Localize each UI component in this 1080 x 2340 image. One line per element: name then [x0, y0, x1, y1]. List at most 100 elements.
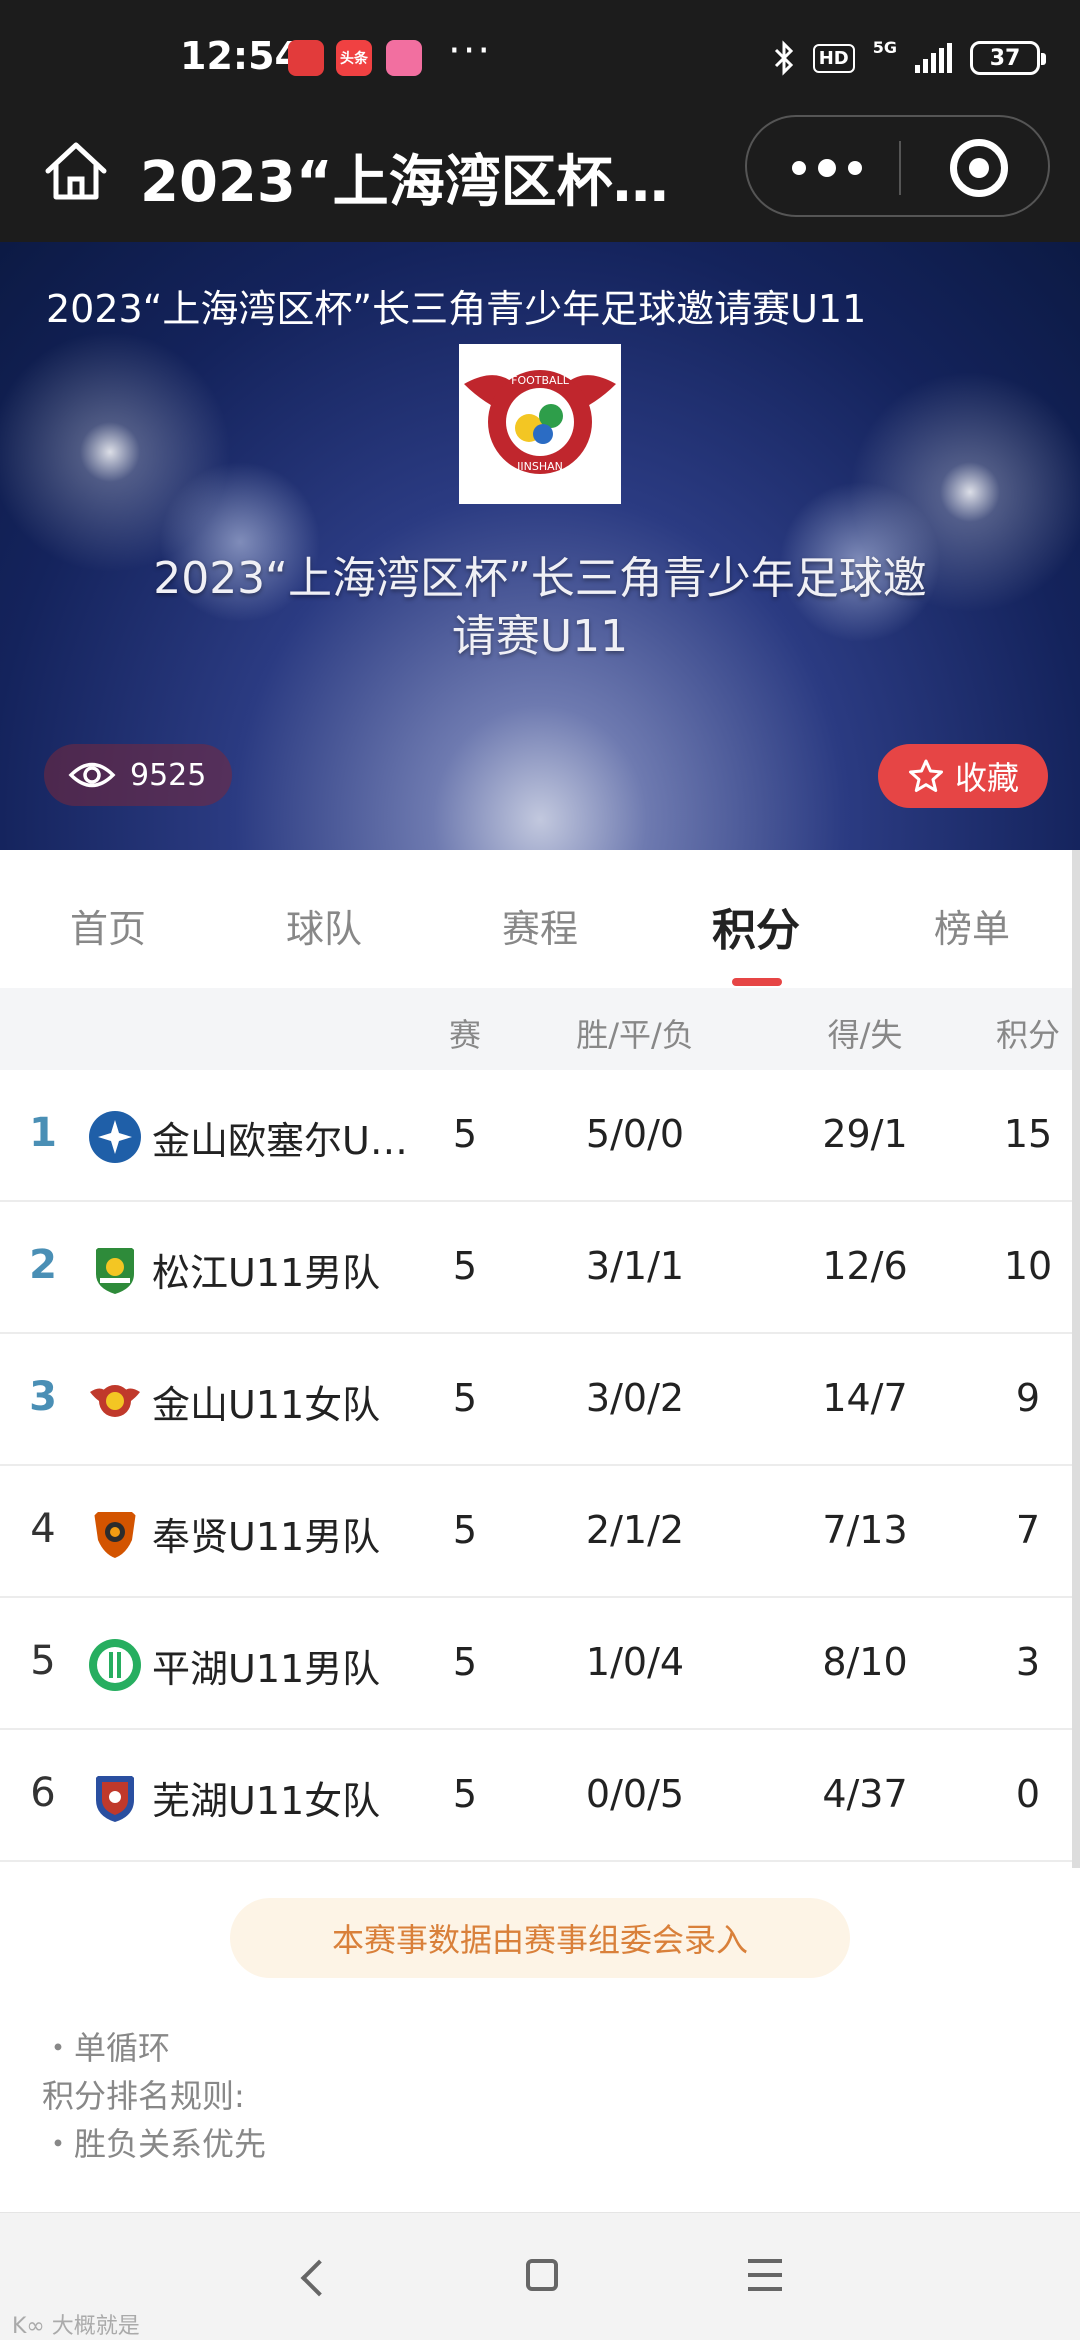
row-goals: 14/7 [822, 1376, 908, 1420]
mini-program-header: 2023“上海湾区杯… [0, 115, 1080, 242]
row-wdl: 3/0/2 [585, 1376, 685, 1420]
battery-level: 37 [989, 45, 1021, 71]
songjiang-crest-icon [96, 1248, 134, 1294]
table-row[interactable]: 2 松江U11男队 5 3/1/1 12/6 10 [0, 1202, 1072, 1334]
banner-center-title-line2: 请赛U11 [451, 611, 629, 662]
app-icon-pink [386, 40, 422, 76]
table-row[interactable]: 1 金山欧塞尔U… 5 5/0/0 29/1 15 [0, 1070, 1072, 1202]
active-tab-indicator [732, 978, 782, 986]
home-icon[interactable] [40, 135, 112, 207]
row-points: 15 [1003, 1112, 1053, 1156]
toutiao-icon: 头条 [336, 40, 372, 76]
page-title: 2023“上海湾区杯… [140, 150, 669, 215]
standings-header: 赛 胜/平/负 得/失 积分 [0, 988, 1072, 1070]
header-wdl: 胜/平/负 [576, 1016, 694, 1054]
row-team: 芜湖U11女队 [152, 1779, 381, 1823]
close-miniprogram-icon[interactable] [950, 139, 1008, 197]
watermark: K∞ 大概就是 [12, 2314, 140, 2339]
jinshan-crest-icon [90, 1385, 140, 1417]
tab-teams[interactable]: 球队 [216, 898, 432, 953]
row-rank: 6 [30, 1770, 56, 1816]
logo-text-top: FOOTBALL [511, 374, 570, 387]
more-notifications-icon: ··· [448, 28, 493, 74]
view-count-value: 9525 [130, 757, 207, 793]
row-games: 5 [452, 1508, 478, 1552]
tab-bar: 首页 球队 赛程 积分 榜单 [0, 850, 1080, 986]
row-wdl: 1/0/4 [585, 1640, 685, 1684]
row-games: 5 [452, 1112, 478, 1156]
row-rank: 5 [30, 1638, 56, 1684]
more-icon[interactable] [787, 151, 867, 185]
header-games: 赛 [448, 1016, 481, 1054]
view-count: 9525 [44, 744, 232, 806]
row-team: 平湖U11男队 [152, 1647, 381, 1691]
favorite-button[interactable]: 收藏 [878, 744, 1048, 808]
table-row[interactable]: 6 芜湖U11女队 5 0/0/5 4/37 0 [0, 1730, 1072, 1862]
event-banner: 2023“上海湾区杯”长三角青少年足球邀请赛U11 FOOTBALL JINSH… [0, 242, 1080, 850]
row-team: 金山欧塞尔U… [152, 1119, 408, 1163]
rule-ranking-title: 积分排名规则: [42, 2077, 245, 2115]
row-games: 5 [452, 1376, 478, 1420]
row-points: 3 [1015, 1640, 1041, 1684]
rule-ranking: ・胜负关系优先 [42, 2125, 267, 2163]
event-logo: FOOTBALL JINSHAN [459, 344, 621, 504]
row-points: 9 [1015, 1376, 1041, 1420]
header-points: 积分 [995, 1016, 1060, 1054]
row-points: 7 [1015, 1508, 1041, 1552]
row-goals: 29/1 [822, 1112, 908, 1156]
row-games: 5 [452, 1772, 478, 1816]
row-wdl: 0/0/5 [585, 1772, 685, 1816]
wuhu-crest-icon [96, 1776, 134, 1822]
tab-home[interactable]: 首页 [0, 898, 216, 953]
fengxian-crest-icon [94, 1512, 136, 1558]
eye-icon [68, 762, 116, 788]
star-icon [908, 759, 943, 792]
row-points: 10 [1003, 1244, 1053, 1288]
app-icon-red [288, 40, 324, 76]
row-games: 5 [452, 1244, 478, 1288]
hd-badge: HD [812, 43, 855, 73]
tab-schedule[interactable]: 赛程 [432, 898, 648, 953]
row-rank: 1 [29, 1110, 57, 1156]
row-points: 0 [1015, 1772, 1041, 1816]
pinghu-crest-icon [89, 1639, 141, 1691]
network-label: 5G [872, 38, 897, 57]
row-rank: 4 [30, 1506, 56, 1552]
rules-section: ・单循环 积分排名规则: ・胜负关系优先 [42, 2024, 266, 2168]
row-wdl: 2/1/2 [585, 1508, 685, 1552]
row-team: 奉贤U11男队 [152, 1515, 381, 1559]
table-row[interactable]: 3 金山U11女队 5 3/0/2 14/7 9 [0, 1334, 1072, 1466]
auxerre-crest-icon [89, 1111, 141, 1163]
row-rank: 3 [29, 1374, 57, 1420]
banner-title: 2023“上海湾区杯”长三角青少年足球邀请赛U11 [46, 287, 867, 331]
status-bar: 12:54 头条 ··· HD 5G 37 [0, 0, 1080, 115]
row-goals: 12/6 [822, 1244, 908, 1288]
tab-rankings[interactable]: 榜单 [864, 898, 1080, 953]
row-games: 5 [452, 1640, 478, 1684]
row-goals: 4/37 [822, 1772, 908, 1816]
row-team: 松江U11男队 [152, 1251, 381, 1295]
capsule-divider [899, 141, 901, 195]
banner-center-title: 2023“上海湾区杯”长三角青少年足球邀 请赛U11 [90, 550, 990, 666]
row-rank: 2 [29, 1242, 57, 1288]
row-wdl: 3/1/1 [585, 1244, 685, 1288]
favorite-label: 收藏 [954, 759, 1019, 797]
logo-text-bottom: JINSHAN [516, 460, 563, 473]
battery-icon: 37 [970, 41, 1046, 75]
scrollbar[interactable] [1072, 850, 1080, 1868]
header-goals: 得/失 [827, 1016, 903, 1054]
table-row[interactable]: 5 平湖U11男队 5 1/0/4 8/10 3 [0, 1598, 1072, 1730]
banner-center-title-line1: 2023“上海湾区杯”长三角青少年足球邀 [153, 553, 927, 604]
bluetooth-icon [774, 40, 793, 76]
data-source-notice: 本赛事数据由赛事组委会录入 [230, 1898, 850, 1978]
row-goals: 8/10 [822, 1640, 908, 1684]
home-square-icon[interactable] [526, 2259, 558, 2291]
menu-icon[interactable] [748, 2259, 782, 2291]
table-row[interactable]: 4 奉贤U11男队 5 2/1/2 7/13 7 [0, 1466, 1072, 1598]
capsule-menu [745, 115, 1050, 217]
signal-icon [915, 43, 952, 73]
tab-standings[interactable]: 积分 [648, 894, 864, 958]
row-goals: 7/13 [822, 1508, 908, 1552]
back-icon[interactable] [300, 2259, 338, 2297]
rule-format: ・单循环 [42, 2029, 171, 2067]
